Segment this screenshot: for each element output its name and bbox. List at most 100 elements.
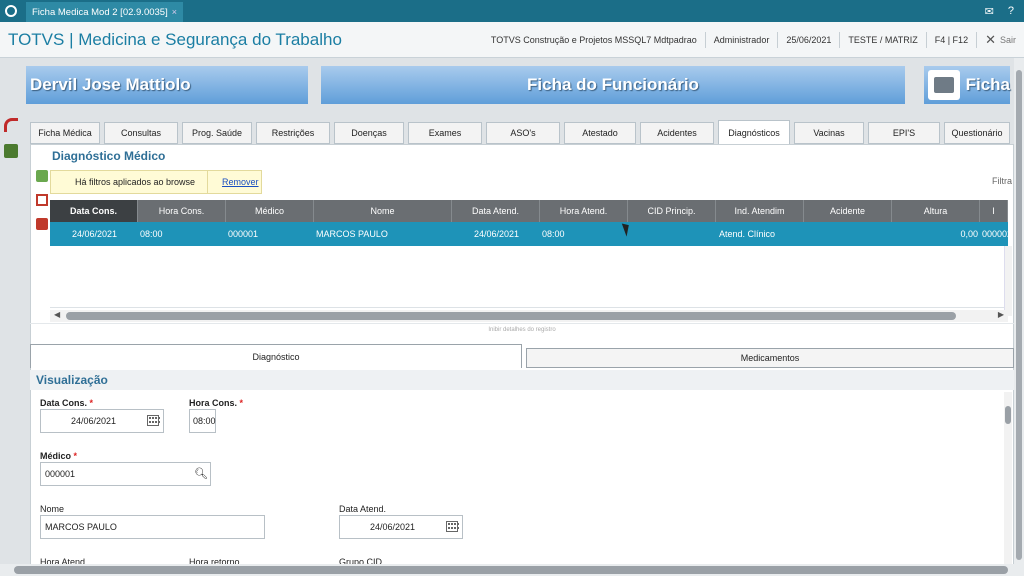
branch-info[interactable]: TESTE / MATRIZ [839, 31, 925, 48]
tab-doencas[interactable]: Doenças [334, 122, 404, 144]
col-cid-princip[interactable]: CID Princip. [628, 200, 716, 222]
tab-diagnosticos[interactable]: Diagnósticos [718, 120, 790, 144]
window-tab[interactable]: Ficha Medica Mod 2 [02.9.0035] × [26, 2, 183, 22]
diagnosis-grid: Data Cons. Hora Cons. Médico Nome Data A… [50, 200, 1008, 246]
totvs-logo-icon [0, 0, 22, 22]
user-info: Administrador [704, 31, 778, 48]
tab-asos[interactable]: ASO's [486, 122, 560, 144]
delete-record-icon[interactable] [36, 218, 48, 230]
detail-splitter[interactable]: Inibir detalhes do registro [30, 323, 1014, 335]
main-tabs: Ficha Médica Consultas Prog. Saúde Restr… [30, 120, 1014, 144]
page-vertical-scrollbar[interactable] [1014, 58, 1024, 564]
section-title: Diagnóstico Médico [52, 149, 166, 163]
print-ficha-button[interactable]: Ficha [924, 66, 1010, 104]
window-tab-title: Ficha Medica Mod 2 [02.9.0035] [32, 6, 168, 18]
cell-ind-atendim: Atend. Clínico [719, 229, 776, 239]
tab-ficha-medica[interactable]: Ficha Médica [30, 122, 100, 144]
data-cons-label-text: Data Cons. [40, 398, 88, 408]
visualization-title: Visualização [36, 373, 108, 387]
cell-acidente [804, 222, 892, 246]
calendar-icon[interactable] [446, 521, 459, 533]
required-mark: * [239, 398, 244, 408]
cell-hora-atend: 08:00 [542, 229, 565, 239]
company-info: TOTVS Construção e Projetos MSSQL7 Mdtpa… [490, 34, 697, 45]
col-extra[interactable]: I [980, 200, 1008, 222]
data-cons-label: Data Cons. * [40, 398, 93, 408]
nome-field[interactable]: MARCOS PAULO [40, 515, 265, 539]
filter-message: Há filtros aplicados ao browse [75, 177, 196, 187]
tab-prog-saude[interactable]: Prog. Saúde [182, 122, 252, 144]
search-icon[interactable]: 🔍︎ [194, 467, 208, 480]
data-cons-field[interactable]: 24/06/2021 [40, 409, 164, 433]
subtab-medicamentos[interactable]: Medicamentos [526, 348, 1014, 368]
tab-epis[interactable]: EPI'S [868, 122, 940, 144]
tab-exames[interactable]: Exames [408, 122, 482, 144]
mail-icon[interactable]: ✉ [985, 5, 994, 18]
medico-field[interactable]: 000001 🔍︎ [40, 462, 211, 486]
col-hora-cons[interactable]: Hora Cons. [138, 200, 226, 222]
hora-cons-field[interactable]: 08:00 [189, 409, 216, 433]
app-title: TOTVS | Medicina e Segurança do Trabalho [8, 29, 342, 49]
tab-consultas[interactable]: Consultas [104, 122, 178, 144]
window-titlebar: Ficha Medica Mod 2 [02.9.0035] × ✉ ? [0, 0, 1024, 22]
grid-header: Data Cons. Hora Cons. Médico Nome Data A… [50, 200, 1008, 222]
undo-icon[interactable] [4, 118, 18, 132]
exit-door-icon[interactable] [4, 144, 18, 158]
col-data-cons[interactable]: Data Cons. [50, 200, 138, 222]
tab-questionario[interactable]: Questionário [944, 122, 1010, 144]
tab-acidentes[interactable]: Acidentes [640, 122, 714, 144]
scroll-right-icon[interactable]: ▶ [998, 310, 1004, 319]
grid-side-toolbar [36, 170, 50, 242]
table-row[interactable]: 24/06/2021 08:00 000001 MARCOS PAULO 24/… [50, 222, 1008, 246]
grid-horizontal-scrollbar[interactable]: ◀ ▶ [50, 310, 1008, 322]
col-acidente[interactable]: Acidente [804, 200, 892, 222]
hora-cons-label-text: Hora Cons. [189, 398, 238, 408]
col-medico[interactable]: Médico [226, 200, 314, 222]
medico-label: Médico * [40, 451, 77, 461]
col-ind-atendim[interactable]: Ind. Atendim [716, 200, 804, 222]
tab-vacinas[interactable]: Vacinas [794, 122, 864, 144]
app-header: TOTVS | Medicina e Segurança do Trabalho… [0, 22, 1024, 58]
tab-atestado[interactable]: Atestado [564, 122, 636, 144]
scroll-thumb[interactable] [1016, 70, 1022, 560]
left-toolbar [4, 118, 22, 170]
tab-restricoes[interactable]: Restrições [256, 122, 330, 144]
cell-altura: 0,00 [960, 229, 978, 239]
grid-vertical-scrollbar[interactable] [1004, 246, 1012, 316]
col-altura[interactable]: Altura [892, 200, 980, 222]
cell-cid-princip [628, 222, 716, 246]
subtab-diagnostico[interactable]: Diagnóstico [30, 344, 522, 368]
cell-medico: 000001 [228, 229, 259, 239]
printer-icon [928, 70, 960, 100]
add-record-icon[interactable] [36, 170, 48, 182]
edit-record-icon[interactable] [36, 194, 48, 206]
cell-data-atend: 24/06/2021 [474, 229, 520, 239]
scroll-thumb[interactable] [1005, 406, 1011, 424]
scroll-thumb[interactable] [14, 566, 1008, 574]
col-nome[interactable]: Nome [314, 200, 452, 222]
calendar-icon[interactable] [147, 415, 160, 427]
page-horizontal-scrollbar[interactable] [0, 564, 1024, 576]
cell-nome: MARCOS PAULO [316, 229, 388, 239]
col-data-atend[interactable]: Data Atend. [452, 200, 540, 222]
required-mark: * [73, 451, 78, 461]
col-hora-atend[interactable]: Hora Atend. [540, 200, 628, 222]
form-vertical-scrollbar[interactable] [1004, 392, 1012, 564]
close-tab-icon[interactable]: × [172, 7, 177, 17]
remove-filter-link[interactable]: Remover [207, 171, 259, 193]
close-icon: ✕ [985, 31, 996, 47]
exit-button[interactable]: ✕ Sair [976, 31, 1024, 48]
exit-label: Sair [999, 34, 1016, 45]
filter-link[interactable]: Filtra [992, 176, 1012, 186]
page-title-banner: Ficha do Funcionário [321, 66, 905, 104]
grid-empty-area [50, 246, 1008, 308]
data-atend-field[interactable]: 24/06/2021 [339, 515, 463, 539]
medico-value: 000001 [45, 469, 76, 479]
scroll-left-icon[interactable]: ◀ [54, 310, 60, 319]
filter-notice: Há filtros aplicados ao browse Remover [50, 170, 262, 194]
shortcuts-info: F4 | F12 [925, 31, 976, 48]
cell-extra: 000002 [982, 229, 1008, 239]
visualization-header: Visualização [30, 370, 1014, 390]
help-icon[interactable]: ? [1008, 5, 1014, 18]
scroll-thumb[interactable] [66, 312, 956, 320]
